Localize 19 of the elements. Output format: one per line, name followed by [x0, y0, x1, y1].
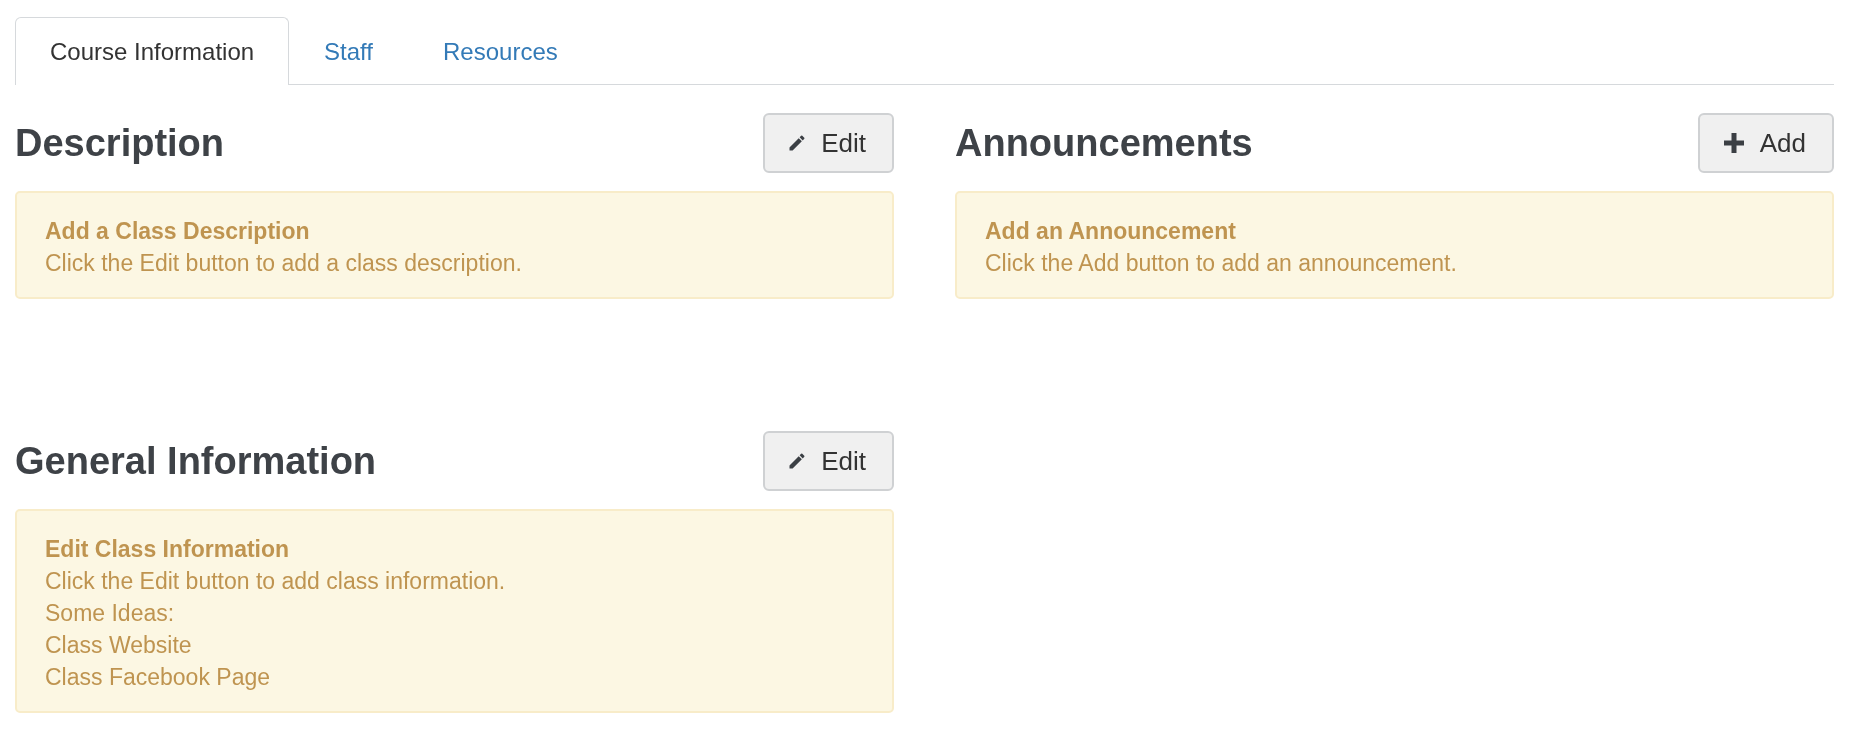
notice-text: Class Website: [45, 631, 193, 660]
tab[interactable]: Course Information: [15, 17, 290, 85]
plus-icon: [1721, 131, 1746, 155]
tab[interactable]: Resources: [408, 17, 593, 85]
notice-text: Click the Edit button to add class information.: [45, 567, 507, 596]
notice-title: Edit Class Information: [45, 535, 291, 564]
notice-text: Some Ideas:: [45, 599, 176, 628]
section-heading: General Information: [15, 439, 377, 483]
notice-text: Click the Add button to add an announcement.: [985, 249, 1458, 278]
notice-title: Add an Announcement: [985, 217, 1237, 246]
notice-text: Click the Edit button to add a class description.: [45, 249, 523, 278]
notice-title: Add a Class Description: [45, 217, 311, 246]
edit-button[interactable]: Edit: [763, 113, 894, 173]
tab[interactable]: Staff: [289, 17, 409, 85]
section-heading: Announcements: [955, 121, 1253, 165]
section-heading: Description: [15, 121, 225, 165]
edit-button[interactable]: Edit: [763, 431, 894, 491]
notice-text: Class Facebook Page: [45, 663, 271, 692]
add-button[interactable]: Add: [1697, 113, 1834, 173]
